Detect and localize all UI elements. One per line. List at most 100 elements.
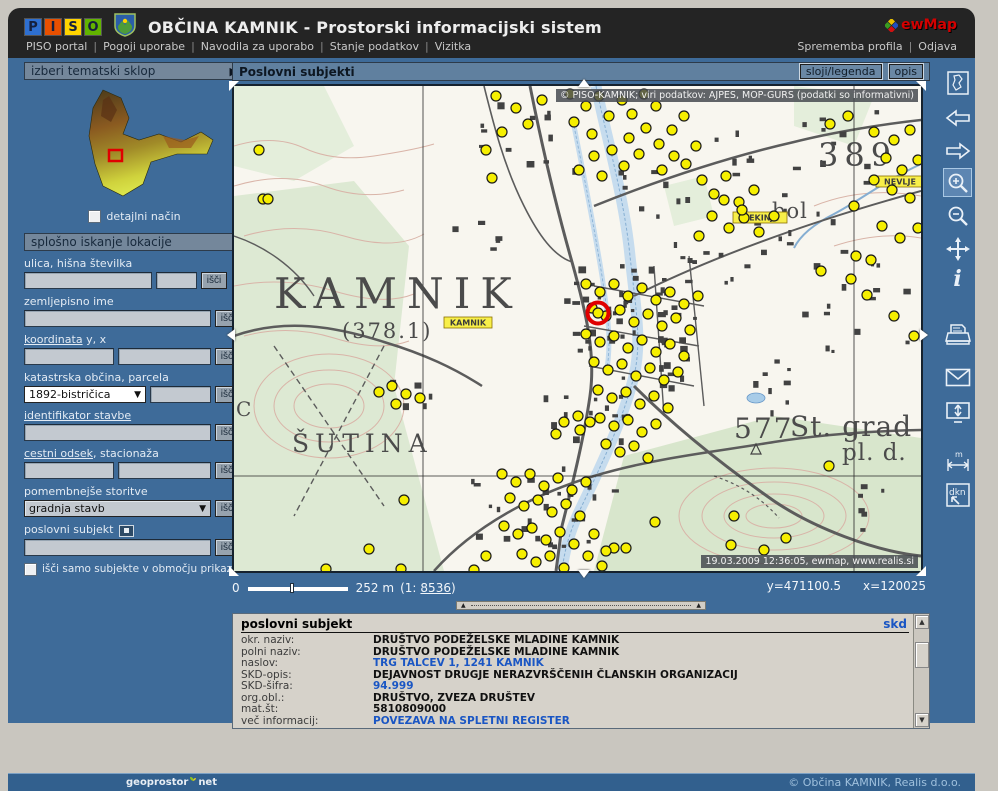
business-dot[interactable] — [651, 419, 661, 429]
business-dot[interactable] — [505, 493, 515, 503]
business-dot[interactable] — [585, 417, 595, 427]
business-dot[interactable] — [694, 231, 704, 241]
business-dot[interactable] — [754, 227, 764, 237]
business-dot[interactable] — [525, 469, 535, 479]
business-dot[interactable] — [581, 329, 591, 339]
business-dot[interactable] — [843, 111, 853, 121]
business-dot[interactable] — [607, 145, 617, 155]
municipality-overview-map[interactable] — [24, 80, 245, 206]
business-dot[interactable] — [593, 385, 603, 395]
business-dot[interactable] — [887, 185, 897, 195]
business-dot[interactable] — [671, 313, 681, 323]
coordinate-y-input[interactable] — [24, 348, 114, 365]
info-button[interactable]: i — [943, 264, 972, 293]
geoprostor-logo[interactable]: geoprostor net — [126, 776, 217, 788]
business-dot[interactable] — [537, 95, 547, 105]
layers-legend-button[interactable]: sloji/legenda — [800, 64, 882, 79]
business-dot[interactable] — [601, 546, 611, 556]
business-dot[interactable] — [649, 391, 659, 401]
detail-mode-checkbox[interactable] — [88, 210, 101, 223]
business-dot[interactable] — [721, 171, 731, 181]
business-dot[interactable] — [469, 565, 479, 571]
business-dot[interactable] — [635, 399, 645, 409]
business-dot[interactable] — [651, 101, 661, 111]
skd-code-link[interactable]: 94.999 — [373, 681, 414, 693]
business-dot[interactable] — [589, 529, 599, 539]
info-panel-scrollbar[interactable]: ▲ ▼ — [913, 614, 929, 728]
business-dot[interactable] — [609, 421, 619, 431]
business-dot[interactable] — [673, 367, 683, 377]
business-dot[interactable] — [531, 557, 541, 567]
business-dot[interactable] — [621, 387, 631, 397]
pan-north-arrow[interactable] — [578, 79, 590, 87]
building-id-link[interactable]: identifikator stavbe — [24, 409, 131, 422]
business-dot[interactable] — [881, 153, 891, 163]
business-dot[interactable] — [659, 375, 669, 385]
business-dot[interactable] — [749, 185, 759, 195]
parcel-input[interactable] — [150, 386, 211, 403]
business-dot[interactable] — [589, 357, 599, 367]
search-street-button[interactable]: išči — [201, 272, 227, 289]
menu-odjava[interactable]: Odjava — [916, 40, 959, 55]
business-dot[interactable] — [583, 551, 593, 561]
business-dot[interactable] — [657, 321, 667, 331]
coordinate-x-input[interactable] — [118, 348, 211, 365]
business-dot[interactable] — [679, 111, 689, 121]
business-dot[interactable] — [719, 195, 729, 205]
business-dot[interactable] — [547, 507, 557, 517]
business-dot[interactable] — [595, 337, 605, 347]
export-view-button[interactable] — [943, 398, 972, 427]
business-dot[interactable] — [895, 233, 905, 243]
menu-sprememba-profila[interactable]: Sprememba profila — [795, 40, 904, 55]
description-button[interactable]: opis — [889, 64, 924, 79]
business-dot[interactable] — [587, 129, 597, 139]
mail-button[interactable] — [943, 363, 972, 392]
scroll-down-icon[interactable]: ▼ — [915, 713, 929, 727]
business-dot[interactable] — [615, 447, 625, 457]
business-dot[interactable] — [623, 291, 633, 301]
business-dot[interactable] — [387, 381, 397, 391]
building-id-input[interactable] — [24, 424, 211, 441]
business-dot[interactable] — [511, 477, 521, 487]
business-dot[interactable] — [637, 427, 647, 437]
geographic-name-input[interactable] — [24, 310, 211, 327]
business-dot[interactable] — [693, 291, 703, 301]
business-dot[interactable] — [657, 165, 667, 175]
print-button[interactable] — [943, 320, 972, 349]
business-dot[interactable] — [374, 387, 384, 397]
road-section-link[interactable]: cestni odsek — [24, 447, 93, 460]
business-dot[interactable] — [481, 551, 491, 561]
business-dot[interactable] — [559, 417, 569, 427]
business-dot[interactable] — [593, 308, 603, 318]
business-dot[interactable] — [254, 145, 264, 155]
business-dot[interactable] — [523, 119, 533, 129]
business-dot[interactable] — [816, 266, 826, 276]
business-dot[interactable] — [541, 535, 551, 545]
menu-navodila[interactable]: Navodila za uporabo — [199, 40, 316, 55]
business-entity-options-button[interactable] — [119, 525, 134, 537]
business-dot[interactable] — [634, 149, 644, 159]
business-dot[interactable] — [631, 371, 641, 381]
skd-link[interactable]: skd — [883, 617, 907, 631]
business-dot[interactable] — [665, 339, 675, 349]
business-dot[interactable] — [597, 561, 607, 571]
full-extent-button[interactable] — [943, 68, 972, 97]
business-dot[interactable] — [555, 527, 565, 537]
business-dot[interactable] — [321, 564, 331, 571]
business-dot[interactable] — [569, 539, 579, 549]
menu-vizitka[interactable]: Vizitka — [433, 40, 473, 55]
zoom-in-button[interactable] — [943, 168, 972, 197]
business-dot[interactable] — [364, 544, 374, 554]
business-dot[interactable] — [399, 495, 409, 505]
business-dot[interactable] — [724, 223, 734, 233]
business-dot[interactable] — [697, 175, 707, 185]
business-dot[interactable] — [581, 477, 591, 487]
business-dot[interactable] — [589, 151, 599, 161]
business-dot[interactable] — [905, 193, 915, 203]
business-dot[interactable] — [629, 441, 639, 451]
house-number-input[interactable] — [156, 272, 197, 289]
business-dot[interactable] — [559, 563, 569, 571]
business-dot[interactable] — [487, 173, 497, 183]
business-dot[interactable] — [645, 363, 655, 373]
business-dot[interactable] — [651, 295, 661, 305]
